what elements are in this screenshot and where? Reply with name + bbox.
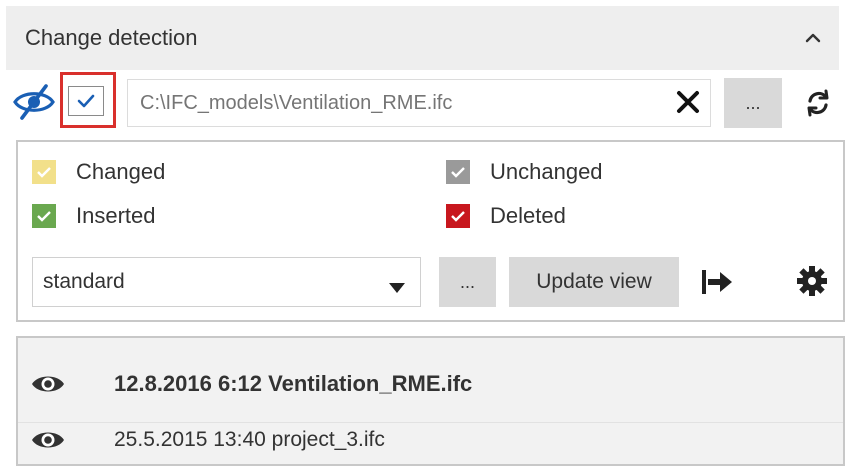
caret-down-icon bbox=[388, 276, 406, 300]
checkmark-icon bbox=[77, 94, 95, 108]
legend-item-inserted[interactable]: Inserted bbox=[32, 203, 156, 229]
checkbox-changed[interactable] bbox=[32, 160, 56, 184]
compare-path-input[interactable] bbox=[127, 79, 711, 127]
chevron-up-icon[interactable] bbox=[799, 24, 827, 52]
checkbox-deleted[interactable] bbox=[446, 204, 470, 228]
eye-icon[interactable] bbox=[30, 426, 66, 454]
change-history-list: 12.8.2016 6:12 Ventilation_RME.ifc 25.5.… bbox=[16, 336, 845, 466]
view-settings-button[interactable]: ... bbox=[439, 257, 496, 307]
legend-item-deleted[interactable]: Deleted bbox=[446, 203, 566, 229]
browse-file-button[interactable]: ... bbox=[724, 78, 782, 128]
list-item[interactable]: 25.5.2015 13:40 project_3.ifc bbox=[18, 416, 843, 464]
legend-label: Unchanged bbox=[490, 159, 603, 184]
history-item-label: 12.8.2016 6:12 Ventilation_RME.ifc bbox=[114, 371, 473, 396]
history-item-label: 25.5.2015 13:40 project_3.ifc bbox=[114, 428, 385, 451]
legend-label: Inserted bbox=[76, 203, 156, 228]
view-mode-value: standard bbox=[43, 270, 125, 293]
panel-header[interactable]: Change detection bbox=[6, 6, 839, 70]
legend-label: Changed bbox=[76, 159, 166, 184]
panel-title: Change detection bbox=[25, 25, 198, 50]
close-icon[interactable] bbox=[674, 88, 702, 116]
legend-panel: Changed Unchanged Inserted Deleted stand… bbox=[16, 140, 845, 322]
eye-icon[interactable] bbox=[30, 370, 66, 398]
update-view-button[interactable]: Update view bbox=[509, 257, 679, 307]
legend-label: Deleted bbox=[490, 203, 566, 228]
view-mode-select[interactable]: standard bbox=[32, 257, 421, 307]
change-detection-panel: Change detection ... bbox=[0, 0, 845, 466]
compare-enabled-checkbox[interactable] bbox=[68, 86, 104, 116]
export-arrow-icon[interactable] bbox=[699, 265, 735, 299]
checkbox-inserted[interactable] bbox=[32, 204, 56, 228]
refresh-icon[interactable] bbox=[802, 87, 834, 119]
compare-file-row: ... bbox=[6, 72, 839, 134]
legend-item-changed[interactable]: Changed bbox=[32, 159, 165, 185]
list-item[interactable]: 12.8.2016 6:12 Ventilation_RME.ifc bbox=[18, 360, 843, 408]
gear-icon[interactable] bbox=[794, 263, 830, 299]
legend-item-unchanged[interactable]: Unchanged bbox=[446, 159, 603, 185]
eye-slash-icon[interactable] bbox=[12, 84, 56, 120]
checkbox-unchanged[interactable] bbox=[446, 160, 470, 184]
